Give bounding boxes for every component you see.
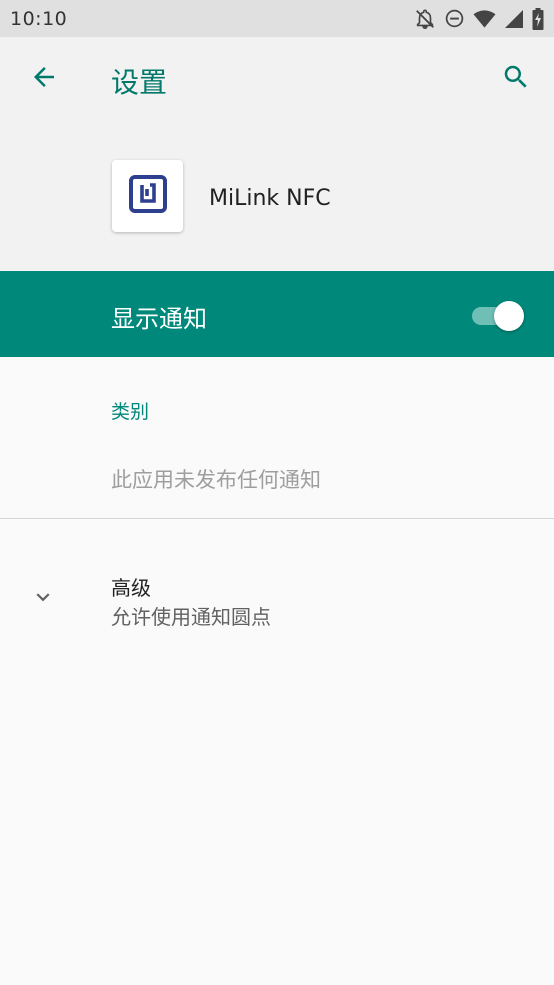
search-icon — [501, 62, 531, 96]
status-bar: 10:10 — [0, 0, 554, 37]
page-title: 设置 — [111, 66, 168, 99]
app-name: MiLink NFC — [209, 186, 331, 211]
app-header: MiLink NFC — [0, 125, 554, 271]
nfc-icon — [128, 175, 167, 217]
advanced-subtitle: 允许使用通知圆点 — [111, 605, 271, 629]
show-notifications-row[interactable]: 显示通知 — [0, 271, 554, 357]
signal-icon — [504, 9, 524, 29]
divider — [0, 518, 554, 519]
notifications-off-icon — [414, 8, 436, 30]
arrow-back-icon — [29, 62, 59, 96]
battery-charging-icon — [532, 7, 544, 30]
status-icons — [414, 7, 544, 30]
back-button[interactable] — [24, 59, 64, 99]
do-not-disturb-icon — [444, 8, 465, 29]
category-header: 类别 — [111, 401, 150, 423]
search-button[interactable] — [496, 59, 536, 99]
expand-advanced-button[interactable] — [28, 584, 58, 614]
show-notifications-switch[interactable] — [472, 300, 526, 331]
show-notifications-label: 显示通知 — [111, 305, 207, 333]
switch-thumb — [494, 301, 524, 331]
status-time: 10:10 — [10, 7, 68, 30]
wifi-icon — [473, 9, 496, 29]
advanced-row[interactable]: 高级 允许使用通知圆点 — [0, 556, 554, 646]
advanced-title: 高级 — [111, 576, 151, 600]
app-bar: 设置 — [0, 37, 554, 125]
no-notifications-text: 此应用未发布任何通知 — [111, 468, 321, 492]
app-icon — [112, 160, 183, 232]
chevron-down-icon — [30, 584, 56, 614]
